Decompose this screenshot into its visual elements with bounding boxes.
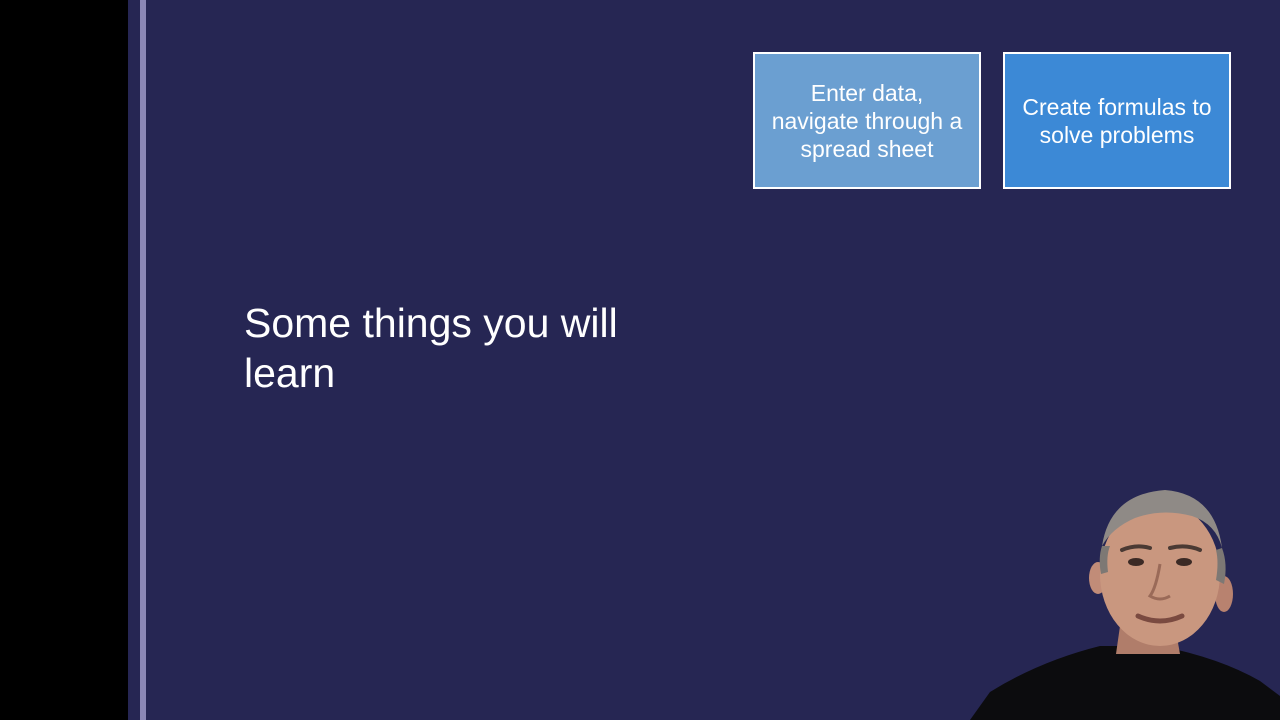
learning-card-enter-data: Enter data, navigate through a spread sh… [753, 52, 981, 189]
learning-card-create-formulas: Create formulas to solve problems [1003, 52, 1231, 189]
slide-accent-rule [140, 0, 146, 720]
card-label: Create formulas to solve problems [1022, 93, 1212, 148]
video-frame: Some things you will learn Enter data, n… [0, 0, 1280, 720]
presenter-webcam-image [970, 486, 1280, 720]
letterbox-bar [0, 0, 128, 720]
slide-title: Some things you will learn [244, 300, 618, 396]
card-label: Enter data, navigate through a spread sh… [771, 79, 963, 162]
